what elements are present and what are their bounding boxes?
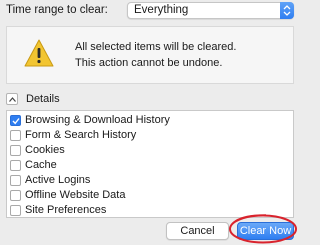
warning-panel: All selected items will be cleared. This… [6,26,294,84]
cookies-checkbox[interactable] [10,145,21,156]
chevron-up-icon [9,97,16,102]
list-item-label: Offline Website Data [25,189,126,201]
clear-now-button[interactable]: Clear Now [237,222,294,240]
form-history-checkbox[interactable] [10,130,21,141]
offline-data-checkbox[interactable] [10,190,21,201]
time-range-label: Time range to clear: [6,4,108,16]
list-item-label: Active Logins [25,174,91,186]
list-item-form-history[interactable]: Form & Search History [7,129,293,143]
browsing-history-checkbox[interactable] [10,115,21,126]
details-toggle-button[interactable] [6,93,18,105]
list-item-label: Cookies [25,144,65,156]
list-item-browsing-history[interactable]: Browsing & Download History [7,114,293,128]
details-label: Details [26,93,60,105]
list-item-site-preferences[interactable]: Site Preferences [7,204,293,218]
list-item-label: Site Preferences [25,204,107,216]
list-item-label: Browsing & Download History [25,114,170,126]
clear-items-list: Browsing & Download History Form & Searc… [6,110,294,218]
list-item-active-logins[interactable]: Active Logins [7,174,293,188]
list-item-cache[interactable]: Cache [7,159,293,173]
site-preferences-checkbox[interactable] [10,205,21,216]
time-range-row: Time range to clear: Everything [0,0,300,22]
time-range-select[interactable]: Everything [127,2,294,19]
warning-message-line-1: All selected items will be cleared. [75,41,237,53]
list-item-offline-data[interactable]: Offline Website Data [7,189,293,203]
list-item-cookies[interactable]: Cookies [7,144,293,158]
cache-checkbox[interactable] [10,160,21,171]
list-item-label: Form & Search History [25,129,137,141]
checkmark-icon [12,118,20,125]
warning-message-line-2: This action cannot be undone. [75,57,223,69]
list-item-label: Cache [25,159,57,171]
cancel-button[interactable]: Cancel [166,222,229,240]
warning-triangle-icon [23,38,55,68]
active-logins-checkbox[interactable] [10,175,21,186]
chevron-up-down-icon [280,2,294,19]
time-range-value: Everything [134,4,189,16]
